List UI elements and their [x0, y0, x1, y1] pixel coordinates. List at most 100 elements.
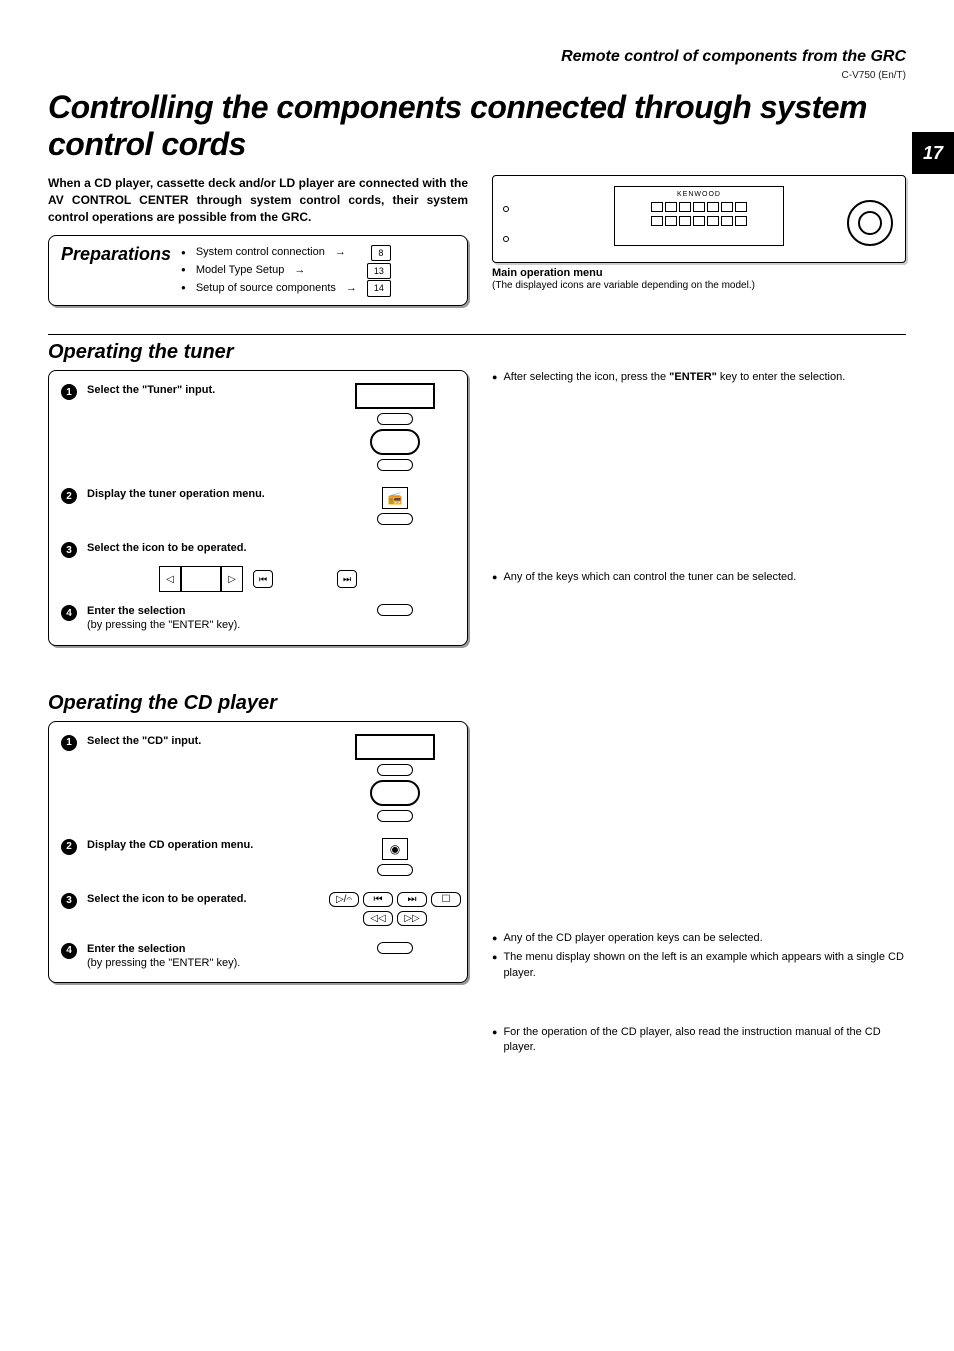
oval-button-icon	[370, 429, 420, 455]
device-note: (The displayed icons are variable depend…	[492, 279, 906, 292]
step-text: Select the icon to be operated.	[87, 541, 455, 555]
note-text: After selecting the icon, press the	[503, 371, 669, 383]
slider-dot-icon	[503, 236, 509, 242]
step-text: Enter the selection (by pressing the "EN…	[87, 604, 325, 633]
preparations-title: Preparations	[61, 244, 181, 265]
device-caption: Main operation menu	[492, 267, 906, 279]
preparations-box: Preparations System control connection →…	[48, 235, 468, 306]
pill-icon	[377, 764, 413, 776]
prep-item: System control connection → 8	[181, 244, 391, 262]
bullet-icon: ●	[492, 951, 497, 981]
oval-button-icon	[370, 780, 420, 806]
step-number: 1	[61, 384, 77, 400]
step-illustration	[335, 383, 455, 471]
step-illustration	[335, 734, 455, 822]
bullet-icon: ●	[492, 932, 497, 946]
note-text: key to enter the selection.	[717, 371, 845, 383]
step-number: 4	[61, 943, 77, 959]
step-text: Display the tuner operation menu.	[87, 487, 325, 501]
step-number: 2	[61, 839, 77, 855]
cd-steps-box: 1 Select the "CD" input. 2 Display the C…	[48, 721, 468, 984]
step-text: Select the "CD" input.	[87, 734, 325, 748]
prep-item-label: Setup of source components	[196, 280, 336, 298]
step-row: 4 Enter the selection (by pressing the "…	[61, 942, 455, 971]
stop-icon: ☐	[431, 892, 461, 907]
joystick-illustration: ◁ ▷ ⏮ ⏭	[61, 566, 455, 592]
left-arrow-icon: ◁	[159, 566, 181, 592]
device-icon-row	[619, 202, 779, 212]
bullet-icon: ●	[492, 371, 497, 385]
prep-item: Setup of source components → 14	[181, 280, 391, 298]
header-code: C-V750 (En/T)	[48, 70, 906, 81]
device-brand: KENWOOD	[619, 191, 779, 198]
step-illustration: ◉	[335, 838, 455, 876]
rewind-icon: ◁◁	[363, 911, 393, 926]
right-arrow-icon: ▷	[221, 566, 243, 592]
step-text: Select the icon to be operated.	[87, 892, 325, 906]
pill-icon	[377, 604, 413, 616]
pill-icon	[377, 864, 413, 876]
pill-icon	[377, 513, 413, 525]
bullet-icon: ●	[492, 1026, 497, 1056]
step-illustration	[335, 604, 455, 616]
arrow-icon: →	[335, 244, 346, 262]
skip-next-icon: ⏭	[397, 892, 427, 907]
bullet-icon: ●	[492, 571, 497, 585]
prep-item-label: System control connection	[196, 244, 325, 262]
step-row: 3 Select the icon to be operated.	[61, 541, 455, 558]
step-text: Enter the selection (by pressing the "EN…	[87, 942, 325, 971]
skip-prev-icon: ⏮	[363, 892, 393, 907]
device-screen: KENWOOD	[614, 186, 784, 246]
step-number: 3	[61, 542, 77, 558]
step-text: Select the "Tuner" input.	[87, 383, 325, 397]
main-title: Controlling the components connected thr…	[48, 89, 906, 163]
step-number: 3	[61, 893, 77, 909]
step-row: 2 Display the CD operation menu. ◉	[61, 838, 455, 876]
page-ref: 13	[367, 263, 391, 279]
page-number-tab: 17	[912, 132, 954, 174]
joystick-center-icon	[181, 566, 221, 592]
screen-icon	[355, 734, 435, 760]
radio-icon: 📻	[382, 487, 408, 509]
step-illustration	[335, 942, 455, 954]
step-row: 1 Select the "Tuner" input.	[61, 383, 455, 471]
note-text: For the operation of the CD player, also…	[503, 1025, 906, 1056]
page-ref: 8	[371, 245, 391, 261]
step-row: 2 Display the tuner operation menu. 📻	[61, 487, 455, 525]
note-item: ● The menu display shown on the left is …	[492, 950, 906, 981]
cd-control-icons: ▷/𝄐 ⏮ ⏭ ☐ ◁◁ ▷▷	[320, 892, 470, 926]
step-illustration: 📻	[335, 487, 455, 525]
divider	[48, 334, 906, 335]
step-row: 4 Enter the selection (by pressing the "…	[61, 604, 455, 633]
preparations-list: System control connection → 8 Model Type…	[181, 244, 391, 297]
play-pause-icon: ▷/𝄐	[329, 892, 359, 907]
step-row: 3 Select the icon to be operated. ▷/𝄐 ⏮ …	[61, 892, 455, 926]
page-ref: 14	[367, 280, 391, 296]
arrow-icon: →	[294, 262, 305, 280]
note-item: ● Any of the keys which can control the …	[492, 570, 906, 585]
note-item: ● Any of the CD player operation keys ca…	[492, 931, 906, 946]
pill-icon	[377, 459, 413, 471]
pill-icon	[377, 810, 413, 822]
note-text: Any of the keys which can control the tu…	[503, 570, 796, 585]
step-number: 1	[61, 735, 77, 751]
step-illustration: ▷/𝄐 ⏮ ⏭ ☐ ◁◁ ▷▷	[335, 892, 455, 926]
fast-forward-icon: ▷▷	[397, 911, 427, 926]
skip-prev-icon: ⏮	[253, 570, 273, 588]
prep-item: Model Type Setup → 13	[181, 262, 391, 280]
slider-dot-icon	[503, 206, 509, 212]
device-illustration: KENWOOD	[492, 175, 906, 263]
header-section: Remote control of components from the GR…	[48, 48, 906, 66]
note-item: ● For the operation of the CD player, al…	[492, 1025, 906, 1056]
pill-icon	[377, 413, 413, 425]
tuner-steps-box: 1 Select the "Tuner" input. 2 Display th…	[48, 370, 468, 646]
prep-item-label: Model Type Setup	[196, 262, 284, 280]
step-row: 1 Select the "CD" input.	[61, 734, 455, 822]
tuner-section-title: Operating the tuner	[48, 341, 906, 364]
step-text: Display the CD operation menu.	[87, 838, 325, 852]
device-icon-row	[619, 216, 779, 226]
pill-icon	[377, 942, 413, 954]
step-number: 2	[61, 488, 77, 504]
note-text: The menu display shown on the left is an…	[503, 950, 906, 981]
note-bold: "ENTER"	[669, 371, 717, 383]
